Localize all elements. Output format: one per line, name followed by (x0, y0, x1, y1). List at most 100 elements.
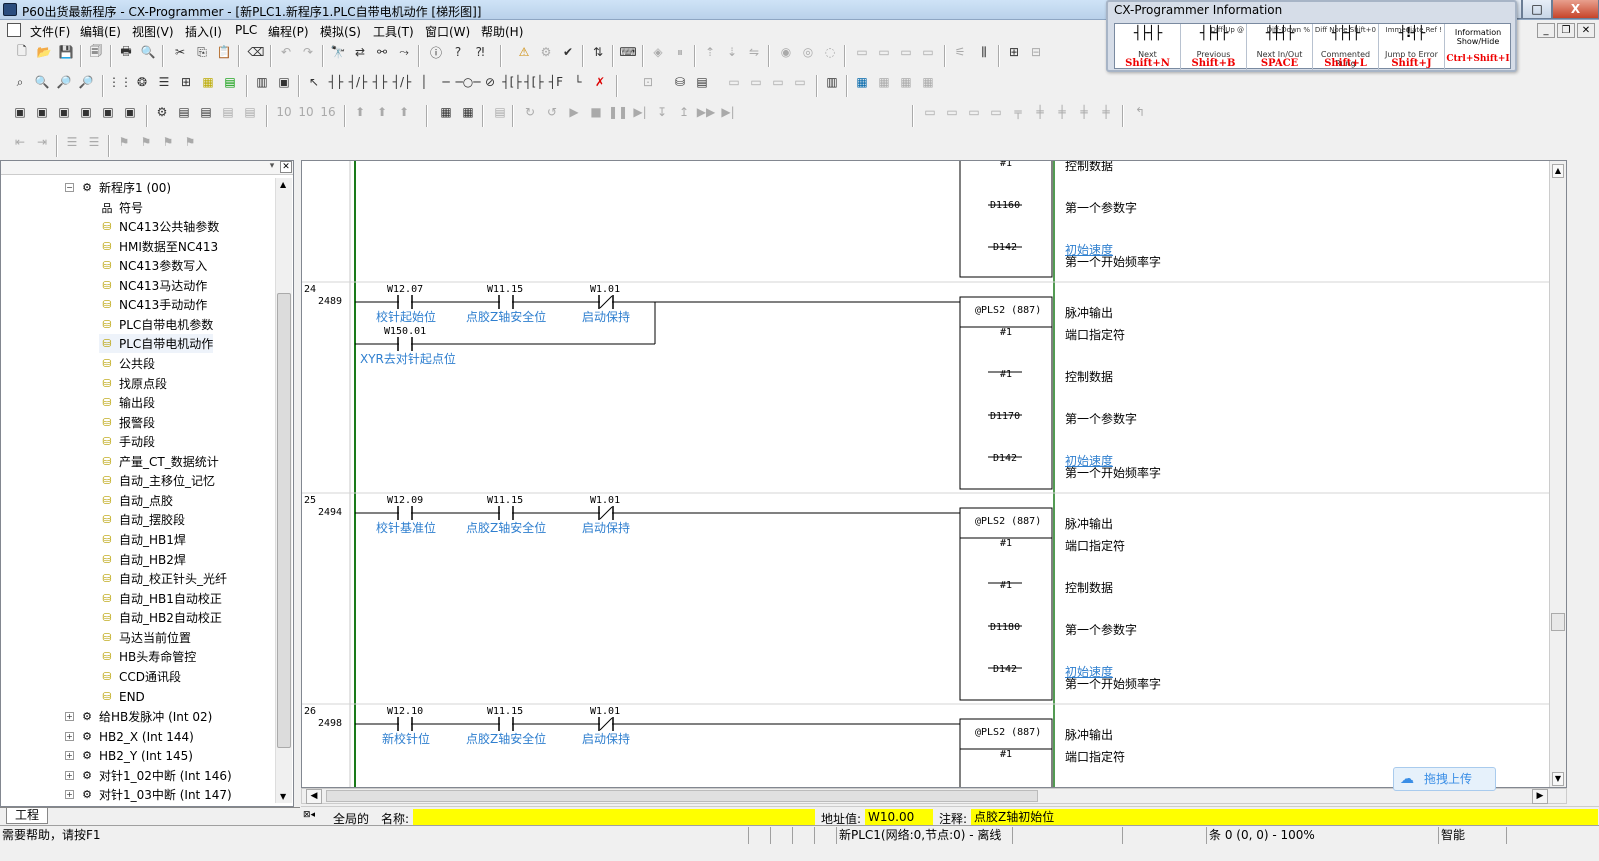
send-changes-icon[interactable]: ⛁ (670, 72, 690, 92)
action-icon[interactable]: ▭ (768, 72, 788, 92)
operand-label[interactable]: #1 (1000, 161, 1012, 169)
tree-section[interactable]: 品符号 (99, 198, 144, 217)
tree-section[interactable]: ⛁ HMI数据至NC413 (99, 237, 218, 256)
tree-section[interactable]: ⛁ 自动_点胶 (99, 491, 173, 510)
shortcut-information[interactable]: Information Show/Hide Ctrl+Shift+I (1445, 24, 1511, 70)
grid-icon[interactable]: ⋮⋮ (108, 72, 132, 92)
symbol-table-icon[interactable]: ▦ (198, 72, 218, 92)
instruction-name[interactable]: @PLS2 (887) (975, 727, 1041, 738)
tree-section[interactable]: ⛁ 手动段 (99, 432, 155, 451)
new-instruction-icon[interactable]: ┤[├ (502, 72, 522, 92)
view-icon[interactable]: ▣ (120, 102, 140, 122)
time-chart-icon[interactable]: ⫼ (974, 42, 994, 62)
scroll-down-icon[interactable]: ▼ (1552, 772, 1564, 786)
zoom-in-icon[interactable]: 🔍 (32, 72, 52, 92)
align8-icon[interactable]: ╪ (1074, 102, 1094, 122)
delete-icon[interactable]: ⌫ (246, 42, 266, 62)
name-field[interactable] (413, 809, 815, 825)
delete-link-icon[interactable]: ✗ (590, 72, 610, 92)
new-pls-icon[interactable]: ┤[├ (524, 72, 544, 92)
comment-field[interactable]: 点胶Z轴初始位 (971, 809, 1598, 825)
shortcut-jump-to-error[interactable]: ┤!┤├ Immediate Ref ! Jump to Error Shift… (1379, 24, 1445, 70)
tree-section[interactable]: ⛁ 自动_校正针头_光纤 (99, 569, 227, 588)
compile-icon[interactable]: ⚙ (536, 42, 556, 62)
operand-label[interactable]: #1 (1000, 327, 1012, 338)
ladder-horizontal-scrollbar[interactable]: ◀ ▶ (301, 788, 1567, 804)
align2-icon[interactable]: ▭ (942, 102, 962, 122)
tree-section[interactable]: ⛁ 自动_HB2焊 (99, 550, 186, 569)
contact-address[interactable]: W1.01 (590, 495, 620, 506)
sim-scan-icon[interactable]: ▶| (718, 102, 738, 122)
scroll-right-icon[interactable]: ▶ (1532, 789, 1548, 804)
new-or-contact-icon[interactable]: ┤├ (370, 72, 390, 92)
next-bookmark-icon[interactable]: ⚑ (136, 132, 156, 152)
align6-icon[interactable]: ╪ (1030, 102, 1050, 122)
menu-tools[interactable]: 工具(T) (373, 23, 414, 40)
contact-address[interactable]: W150.01 (384, 326, 426, 337)
tree-section[interactable]: ⛁ 自动_主移位_记忆 (99, 471, 215, 490)
memory-card-icon[interactable]: ▤ (196, 102, 216, 122)
context-help-icon[interactable]: ⁈ (470, 42, 490, 62)
about-icon[interactable]: ⓘ (426, 42, 446, 62)
rung-number[interactable]: 24 (304, 284, 316, 295)
ladder-vertical-scrollbar[interactable]: ▲ ▼ (1549, 161, 1566, 787)
table2-icon[interactable]: ▦ (896, 72, 916, 92)
force-on-icon[interactable]: ◉ (776, 42, 796, 62)
st-icon[interactable]: ▣ (274, 72, 294, 92)
sim-reset-icon[interactable]: ↺ (542, 102, 562, 122)
tree-section[interactable]: ⛁ END (99, 687, 144, 706)
rung-number[interactable]: 26 (304, 706, 316, 717)
online-edit-icon[interactable]: ⌨ (618, 42, 638, 62)
tree-interrupt[interactable]: ⚙ 对针1_02中断 (Int 146) (79, 766, 232, 785)
tree-section[interactable]: ⛁ 公共段 (99, 354, 155, 373)
operand-label[interactable]: D142 (993, 664, 1017, 675)
new-vertical-icon[interactable]: │ (414, 72, 434, 92)
warning-icon[interactable]: ⚠ (514, 42, 534, 62)
align7-icon[interactable]: ╪ (1052, 102, 1072, 122)
clear-bookmarks-icon[interactable]: ⚑ (180, 132, 200, 152)
shortcut-commented-rung[interactable]: ┤├┤├ Diff None Shift+0 Commented Rung Sh… (1313, 24, 1379, 70)
tree-interrupt[interactable]: ⚙ 给HB发脉冲 (Int 02) (79, 707, 212, 726)
io-comment-icon[interactable]: ▦ (852, 72, 872, 92)
error-log-icon[interactable]: ▤ (240, 102, 260, 122)
operand-label[interactable]: D1180 (990, 622, 1020, 633)
watch-window-icon[interactable]: ▤ (220, 72, 240, 92)
shortcut-next[interactable]: ┤├┤├ Next Shift+N (1115, 24, 1181, 70)
address-reference-icon[interactable]: ▣ (76, 102, 96, 122)
output-window-icon[interactable]: ▣ (32, 102, 52, 122)
transition-icon[interactable]: ▭ (790, 72, 810, 92)
compare-icon[interactable]: ⇋ (744, 42, 764, 62)
program-check-icon[interactable]: ✔ (558, 42, 578, 62)
sim-io-icon[interactable]: ▤ (490, 102, 510, 122)
print-icon[interactable]: 🖶 (116, 42, 136, 62)
sim-step-out-icon[interactable]: ↥ (674, 102, 694, 122)
operand-label[interactable]: #1 (1000, 580, 1012, 591)
tree-section[interactable]: ⛁ 找原点段 (99, 374, 167, 393)
operand-label[interactable]: D1170 (990, 411, 1020, 422)
select-icon[interactable]: ↖ (304, 72, 324, 92)
contact-address[interactable]: W12.10 (387, 706, 423, 717)
watch-icon[interactable]: ▣ (54, 102, 74, 122)
preview-icon[interactable]: 🔍 (138, 42, 158, 62)
sim-10-icon[interactable]: 10 (274, 102, 294, 122)
sfc-icon[interactable]: ▥ (252, 72, 272, 92)
operand-label[interactable]: #1 (1000, 749, 1012, 760)
transfer-to-plc-icon[interactable]: ⇡ (700, 42, 720, 62)
monitor-icon[interactable]: ◈ (648, 42, 668, 62)
sim-break-icon[interactable]: ↻ (520, 102, 540, 122)
tree-section[interactable]: ⛁ 输出段 (99, 393, 155, 412)
tree-section[interactable]: ⛁ 自动_HB1自动校正 (99, 589, 222, 608)
set-value-icon[interactable]: ▭ (896, 42, 916, 62)
scroll-up-icon[interactable]: ▲ (280, 180, 286, 189)
align4-icon[interactable]: ▭ (986, 102, 1006, 122)
instruction-name[interactable]: @PLS2 (887) (975, 516, 1041, 527)
redo-icon[interactable]: ↷ (298, 42, 318, 62)
replace-icon[interactable]: ⇄ (350, 42, 370, 62)
new-icon[interactable]: 🗋 (12, 42, 32, 62)
sim-continuous-icon[interactable]: ▶▶ (696, 102, 716, 122)
operand-label[interactable]: #1 (1000, 538, 1012, 549)
menu-insert[interactable]: 插入(I) (185, 23, 222, 40)
contact-address[interactable]: W11.15 (487, 495, 523, 506)
menu-view[interactable]: 视图(V) (132, 23, 174, 40)
transfer-from-plc-icon[interactable]: ⇣ (722, 42, 742, 62)
